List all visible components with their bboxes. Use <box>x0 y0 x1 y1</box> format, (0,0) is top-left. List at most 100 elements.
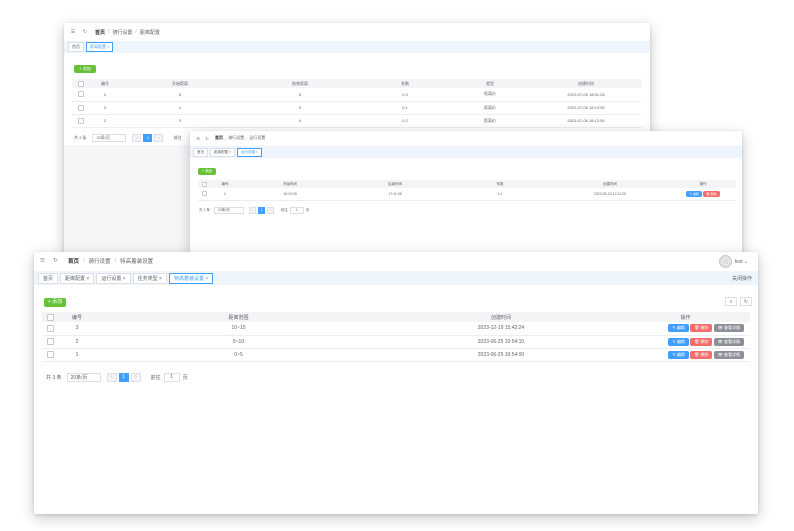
header-bar: ☰ ↻ 首页 / 骑行设置 / 特高着装设置 <box>34 252 758 270</box>
tab-task-type[interactable]: 任务类型 × <box>132 272 167 284</box>
tab-home[interactable]: 首页 <box>193 147 208 157</box>
goto-label: 前往 <box>173 134 182 140</box>
tab-special-settings[interactable]: 特高着装设置 × <box>168 272 214 284</box>
table-row[interactable]: 1 0~5 2023-06-25 10:54:00 ✎ 编辑 🗑 删除 👁 查看… <box>42 348 750 362</box>
cell: 0~5 <box>96 348 381 362</box>
col-header: 结束距离 <box>240 79 360 88</box>
tab-distance-config[interactable]: 距离配置 × <box>60 272 95 284</box>
cell: 3 <box>120 114 240 128</box>
cell: 2023-07-06 18:51:28 <box>530 88 642 102</box>
table-row[interactable]: 4 5 5 0.3 距离价 2023-07-06 18:51:28 <box>72 88 642 102</box>
refresh-icon[interactable]: ↻ <box>204 136 210 141</box>
breadcrumb-home[interactable]: 首页 <box>68 257 79 265</box>
delete-button[interactable]: 🗑 删除 <box>690 350 713 359</box>
delete-button[interactable]: 🗑 删除 <box>690 337 713 346</box>
cell: 5 <box>120 88 240 102</box>
tab-distance-config[interactable]: 距离配置 × <box>210 147 236 157</box>
table-row[interactable]: 2 16:15:39 17:11:06 0.1 2023-05-24 17:12… <box>198 188 736 201</box>
edit-button[interactable]: ✎ 编辑 <box>668 324 689 333</box>
edit-button[interactable]: ✎ 编辑 <box>668 337 689 346</box>
table-row[interactable]: 2 3 4 0.2 距离价 2023-07-06 18:12:54 <box>72 114 642 128</box>
tab-home[interactable]: 首页 <box>38 272 59 284</box>
refresh-icon[interactable]: ↻ <box>81 29 89 35</box>
table-row[interactable]: 2 5~10 2023-06-25 10:54:10 ✎ 编辑 🗑 删除 👁 查… <box>42 335 750 349</box>
row-checkbox[interactable] <box>46 338 54 345</box>
user-menu[interactable]: test ⌄ <box>718 255 748 268</box>
tab-distance-config[interactable]: 距离配置 × <box>86 42 114 52</box>
col-header: 开始距离 <box>120 79 240 88</box>
col-header: 编号 <box>90 79 120 88</box>
total-count: 共 3 条 <box>74 134 87 140</box>
add-button[interactable]: + 添加 <box>74 65 96 73</box>
table-header: 编号 距离范围 创建时间 操作 <box>42 312 750 322</box>
username: test <box>734 258 743 265</box>
view-details-button[interactable]: 👁 查看详情 <box>713 350 744 359</box>
cell: 17:11:06 <box>340 188 450 201</box>
row-checkbox[interactable] <box>78 91 84 98</box>
page-size-select[interactable]: 20条/页 <box>66 372 101 382</box>
row-checkbox[interactable] <box>46 351 54 358</box>
toolbar-right: ⌕ ↻ <box>725 297 752 306</box>
row-checkbox[interactable] <box>78 117 84 124</box>
breadcrumb-parent[interactable]: 骑行设置 <box>112 29 132 36</box>
select-all-checkbox[interactable] <box>46 313 54 321</box>
prev-page-button[interactable]: < <box>132 133 142 142</box>
row-checkbox[interactable] <box>46 324 54 332</box>
row-checkbox[interactable] <box>78 104 84 111</box>
breadcrumb-parent[interactable]: 骑行设置 <box>89 257 111 265</box>
breadcrumb-home[interactable]: 首页 <box>95 29 105 36</box>
col-header: 系数 <box>450 180 550 188</box>
delete-button[interactable]: 🗑 删除 <box>702 190 720 197</box>
row-checkbox[interactable] <box>201 191 207 197</box>
table-row[interactable]: 3 10~15 2023-12-19 15:42:24 ✎ 编辑 🗑 删除 👁 … <box>42 322 750 336</box>
cell: 0.3 <box>360 88 450 102</box>
select-all-checkbox[interactable] <box>201 181 207 187</box>
prev-page-button[interactable]: < <box>248 206 256 214</box>
tab-home[interactable]: 首页 <box>68 42 84 52</box>
close-all-tabs-button[interactable]: 关闭操作 <box>732 275 752 282</box>
page-size-select[interactable]: 20条/页 <box>213 206 244 214</box>
goto-page-input[interactable]: 1 <box>163 372 180 382</box>
next-page-button[interactable]: > <box>266 206 274 214</box>
page-number[interactable]: 1 <box>257 206 265 214</box>
cell: 距离价 <box>450 101 530 115</box>
page-number[interactable]: 1 <box>143 133 153 142</box>
menu-toggle-icon[interactable]: ☰ <box>69 29 77 35</box>
edit-button[interactable]: ✎ 编辑 <box>686 190 702 197</box>
data-table: 编号 开始距离 结束距离 系数 类型 创建时间 4 5 5 0.3 距离价 20… <box>72 79 642 128</box>
delete-button[interactable]: 🗑 删除 <box>690 324 713 333</box>
next-page-button[interactable]: > <box>154 133 164 142</box>
left-panel <box>64 145 188 255</box>
cell: 0.1 <box>450 188 550 201</box>
menu-toggle-icon[interactable]: ☰ <box>38 258 47 264</box>
window-run-settings: ☰ ↻ 首页 / 骑行设置 / 运行设置 首页 距离配置 × 运行设置 × + … <box>190 131 742 257</box>
breadcrumb-home[interactable]: 首页 <box>215 135 223 141</box>
refresh-table-icon[interactable]: ↻ <box>740 297 752 306</box>
col-header: 创建时间 <box>381 312 621 322</box>
next-page-button[interactable]: > <box>130 372 141 382</box>
view-details-button[interactable]: 👁 查看详情 <box>713 324 744 333</box>
add-button[interactable]: + 添加 <box>198 168 216 175</box>
page-number[interactable]: 1 <box>118 372 129 382</box>
breadcrumb-parent[interactable]: 骑行设置 <box>228 135 244 141</box>
prev-page-button[interactable]: < <box>106 372 117 382</box>
tab-bar: 首页 距离配置 × <box>64 41 650 53</box>
view-details-button[interactable]: 👁 查看详情 <box>713 337 744 346</box>
avatar <box>718 255 732 268</box>
refresh-icon[interactable]: ↻ <box>51 258 60 264</box>
total-count: 共 1 条 <box>199 207 210 212</box>
tab-run-settings[interactable]: 运行设置 × <box>237 147 263 157</box>
cell: 2 <box>210 188 240 201</box>
cell: 3 <box>90 101 120 115</box>
menu-toggle-icon[interactable]: ☰ <box>195 136 201 141</box>
table-row[interactable]: 3 1 3 0.1 距离价 2023-07-06 18:14:05 <box>72 101 642 115</box>
page-size-select[interactable]: 20条/页 <box>92 133 127 142</box>
add-button[interactable]: + 添加 <box>44 298 66 307</box>
select-all-checkbox[interactable] <box>78 80 84 87</box>
search-toggle-icon[interactable]: ⌕ <box>725 297 737 306</box>
breadcrumb: 首页 / 骑行设置 / 距离配置 <box>95 29 160 36</box>
goto-page-input[interactable]: 1 <box>289 206 304 214</box>
tab-run-settings[interactable]: 运行设置 × <box>96 272 131 284</box>
chevron-down-icon: ⌄ <box>743 258 748 265</box>
edit-button[interactable]: ✎ 编辑 <box>668 350 689 359</box>
